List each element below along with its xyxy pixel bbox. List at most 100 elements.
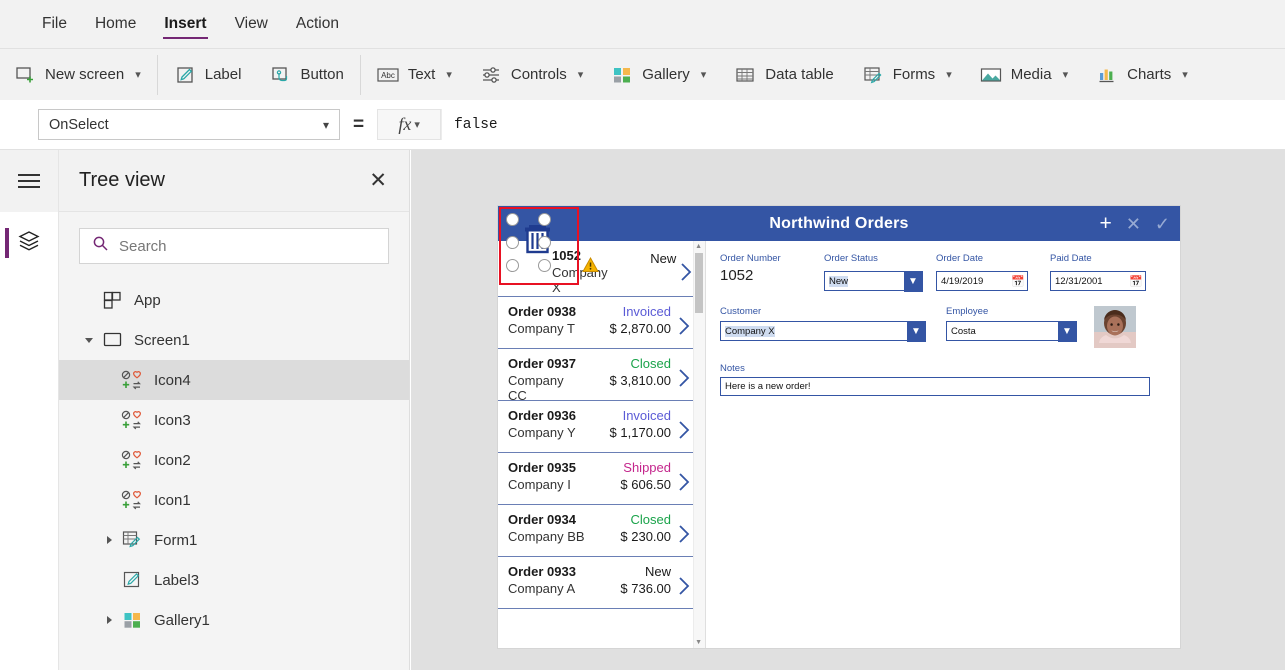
tree-search-wrap: Search xyxy=(59,212,409,280)
ribbon-gallery-button[interactable]: Gallery ▾ xyxy=(597,49,720,100)
chevron-down-icon[interactable]: ▼ xyxy=(906,320,926,342)
app-preview-frame: Northwind Orders + ✕ ✓ 1052 Company X Ne… xyxy=(498,206,1180,648)
paid-date-picker[interactable]: 12/31/2001 📅 xyxy=(1050,271,1146,291)
property-selector[interactable]: OnSelect ▾ xyxy=(38,109,340,140)
notes-input[interactable]: Here is a new order! xyxy=(720,377,1150,396)
field-label: Order Status xyxy=(824,253,878,264)
order-status-dropdown[interactable]: New ▼ xyxy=(824,270,923,292)
hamburger-menu-button[interactable] xyxy=(0,150,58,212)
form-row-1: Order Number 1052 Order Status New ▼ Ord… xyxy=(720,253,1164,292)
tree-item-icon1[interactable]: Icon1 xyxy=(59,480,409,520)
resize-handle-middle-right[interactable] xyxy=(538,236,551,249)
formula-bar: OnSelect ▾ = fx ▾ false xyxy=(0,100,1285,150)
tree-item-icon4[interactable]: Icon4 xyxy=(59,360,409,400)
control-icon xyxy=(119,409,145,431)
fx-button[interactable]: fx ▾ xyxy=(377,109,442,140)
tree-view-header: Tree view ✕ xyxy=(59,150,409,212)
ribbon-text-button[interactable]: Abc Text ▾ xyxy=(363,49,466,100)
field-paid-date: Paid Date 12/31/2001 📅 xyxy=(1050,253,1164,291)
ribbon-controls-button[interactable]: Controls ▾ xyxy=(466,49,597,100)
tree-view-title: Tree view xyxy=(79,169,165,191)
formula-input[interactable]: false xyxy=(441,109,1285,140)
tree-item-icon2[interactable]: Icon2 xyxy=(59,440,409,480)
cancel-icon[interactable]: ✕ xyxy=(1126,215,1141,233)
gallery-scrollbar[interactable]: ▲ ▼ xyxy=(693,241,705,648)
ribbon-group-basic: Label Button xyxy=(160,49,358,100)
layers-icon xyxy=(17,229,41,258)
ribbon-label-button[interactable]: Label xyxy=(160,49,256,100)
ribbon-data-table-button[interactable]: Data table xyxy=(720,49,847,100)
add-icon[interactable]: + xyxy=(1100,213,1112,234)
gallery-row-right: New $ 736.00 xyxy=(585,564,671,608)
calendar-icon[interactable]: 📅 xyxy=(1129,275,1143,288)
tree-item-screen1[interactable]: Screen1 xyxy=(59,320,409,360)
gallery-scroll-thumb[interactable] xyxy=(695,253,703,313)
tree-item-gallery1[interactable]: Gallery1 xyxy=(59,600,409,640)
resize-handle-bottom-center[interactable] xyxy=(538,259,551,272)
order-number: Order 0933 xyxy=(508,564,576,579)
warning-icon xyxy=(582,256,599,278)
resize-handle-top-center[interactable] xyxy=(538,213,551,226)
property-selector-value: OnSelect xyxy=(49,116,109,133)
gallery-row[interactable]: Order 0933 Company A New $ 736.00 xyxy=(498,557,705,609)
ribbon-forms-button[interactable]: Forms ▾ xyxy=(848,49,966,100)
gallery-row[interactable]: Order 0935 Company I Shipped $ 606.50 xyxy=(498,453,705,505)
gallery-row[interactable]: Order 0937 Company CC Closed $ 3,810.00 xyxy=(498,349,705,403)
tree-item-icon3[interactable]: Icon3 xyxy=(59,400,409,440)
search-input[interactable]: Search xyxy=(79,228,389,264)
menu-item-file[interactable]: File xyxy=(28,0,81,48)
resize-handle-middle-left[interactable] xyxy=(506,236,519,249)
gallery-row-right: Closed $ 230.00 xyxy=(585,512,671,556)
customer-dropdown[interactable]: Company X ▼ xyxy=(720,320,926,342)
menu-item-insert[interactable]: Insert xyxy=(150,0,220,48)
tree-item-form1[interactable]: Form1 xyxy=(59,520,409,560)
field-value: 1052 xyxy=(720,267,754,284)
chevron-down-icon[interactable]: ▼ xyxy=(1057,320,1077,342)
ribbon-button-button[interactable]: Button xyxy=(255,49,357,100)
company-name: Company CC xyxy=(508,373,564,403)
twisty-collapsed[interactable] xyxy=(99,616,119,624)
twisty-expanded[interactable] xyxy=(79,337,99,343)
resize-handle-top-left[interactable] xyxy=(506,213,519,226)
twisty-collapsed[interactable] xyxy=(99,536,119,544)
ribbon-charts-button[interactable]: Charts ▾ xyxy=(1082,49,1202,100)
tree-item-app[interactable]: App xyxy=(59,280,409,320)
app-title: Northwind Orders xyxy=(769,214,909,232)
menu-item-view[interactable]: View xyxy=(221,0,282,48)
left-rail xyxy=(0,150,59,670)
resize-handle-bottom-left[interactable] xyxy=(506,259,519,272)
app-canvas[interactable]: Northwind Orders + ✕ ✓ 1052 Company X Ne… xyxy=(411,150,1285,670)
chevron-down-icon: ▾ xyxy=(322,117,329,132)
tree-item-label: Icon4 xyxy=(154,371,191,389)
svg-text:Abc: Abc xyxy=(381,71,395,80)
gallery-row[interactable]: Order 0934 Company BB Closed $ 230.00 xyxy=(498,505,705,557)
ribbon-media-button[interactable]: Media ▾ xyxy=(966,49,1082,100)
chevron-down-icon[interactable]: ▼ xyxy=(903,270,923,292)
employee-dropdown[interactable]: Costa ▼ xyxy=(946,320,1077,342)
tree-item-label: Icon3 xyxy=(154,411,191,429)
order-date-picker[interactable]: 4/19/2019 📅 xyxy=(936,271,1028,291)
check-icon[interactable]: ✓ xyxy=(1155,215,1170,233)
control-icon xyxy=(119,489,145,511)
ribbon-new-screen-button[interactable]: New screen ▾ xyxy=(0,49,155,100)
field-label: Order Number xyxy=(720,253,781,264)
tree-item-label: Icon2 xyxy=(154,451,191,469)
rail-item-tree-view[interactable] xyxy=(0,212,58,274)
ribbon-separator xyxy=(359,54,361,95)
app-header: Northwind Orders + ✕ ✓ xyxy=(498,206,1180,241)
form-row-2: Customer Company X ▼ Employee Costa ▼ xyxy=(720,306,1164,348)
scroll-up-icon[interactable]: ▲ xyxy=(695,243,702,250)
orders-gallery[interactable]: 1052 Company X New Order 0938 Company T … xyxy=(498,241,706,648)
order-amount: $ 1,170.00 xyxy=(609,425,671,440)
app-header-actions: + ✕ ✓ xyxy=(1100,213,1170,234)
calendar-icon[interactable]: 📅 xyxy=(1011,275,1025,288)
menu-item-home[interactable]: Home xyxy=(81,0,150,48)
gallery-row[interactable]: Order 0938 Company T Invoiced $ 2,870.00 xyxy=(498,297,705,349)
close-icon[interactable]: ✕ xyxy=(369,170,387,191)
gallery-row[interactable]: Order 0936 Company Y Invoiced $ 1,170.00 xyxy=(498,401,705,453)
media-image-icon xyxy=(980,64,1002,86)
order-amount: $ 2,870.00 xyxy=(609,321,671,336)
scroll-down-icon[interactable]: ▼ xyxy=(695,639,702,646)
menu-item-action[interactable]: Action xyxy=(282,0,353,48)
tree-item-label3[interactable]: Label3 xyxy=(59,560,409,600)
